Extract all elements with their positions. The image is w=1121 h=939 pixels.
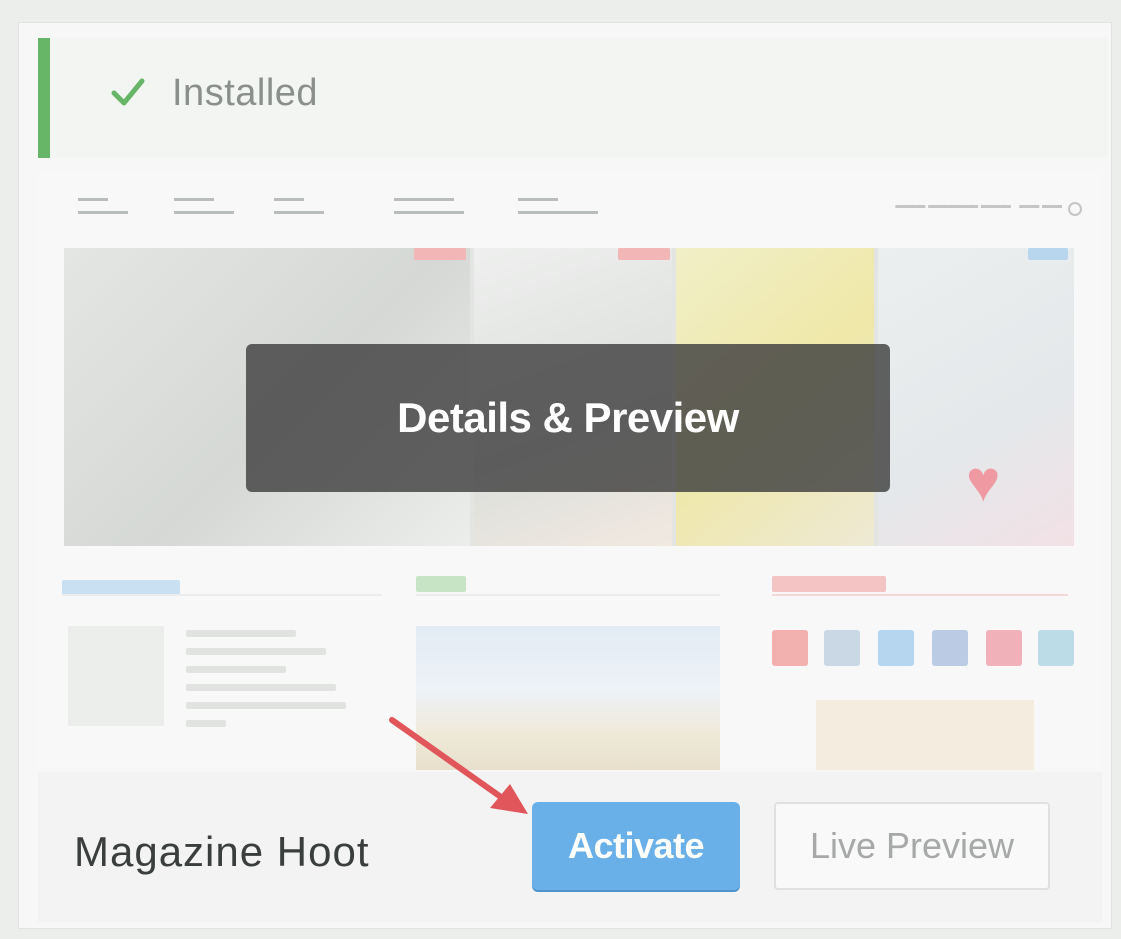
pinterest-icon [986,630,1022,666]
preview-nav-links: ▬▬▬ ▬▬▬▬▬ ▬▬▬ ▬▬ ▬▬ [895,200,1062,211]
divider [62,594,382,596]
googleplus-icon [772,630,808,666]
instagram-icon [824,630,860,666]
installed-notice: Installed [38,38,1108,158]
category-tag [772,576,886,592]
live-preview-button[interactable]: Live Preview [774,802,1050,890]
promo-banner [816,700,1034,770]
divider [772,594,1068,596]
skype-icon [1038,630,1074,666]
hero-badge [618,248,670,260]
hero-badge [414,248,466,260]
facebook-icon [932,630,968,666]
activate-button[interactable]: Activate [532,802,740,890]
installed-label: Installed [172,72,319,114]
preview-nav-item: ▬▬▬▬ ▬▬▬▬▬▬▬▬ [518,193,598,217]
details-preview-button[interactable]: Details & Preview [246,344,890,492]
preview-nav-item: ▬▬▬ ▬▬▬▬▬ [78,193,128,217]
post-excerpt [186,630,346,738]
checkmark-icon [111,78,145,106]
theme-name: Magazine Hoot [74,828,370,875]
preview-nav-item: ▬▬▬ ▬▬▬▬▬ [274,193,324,217]
hero-tile: ♥ [878,248,1074,546]
heart-icon: ♥ [966,449,1001,514]
twitter-icon [878,630,914,666]
post-thumbnail [68,626,164,726]
preview-nav-item: ▬▬▬▬ ▬▬▬▬▬▬ [174,193,234,217]
hero-badge [1028,248,1068,260]
theme-screenshot[interactable]: ▬▬▬ ▬▬▬▬▬ ▬▬▬▬ ▬▬▬▬▬▬ ▬▬▬ ▬▬▬▬▬ ▬▬▬▬▬▬ ▬▬▬▬▬… [38,170,1102,770]
divider [416,594,720,596]
annotation-arrow-icon [389,717,528,814]
preview-nav-item: ▬▬▬▬▬▬ ▬▬▬▬▬▬▬ [394,193,464,217]
search-icon [1068,202,1082,216]
installed-accent-bar [38,38,50,158]
category-tag [416,576,466,592]
theme-card-footer: Magazine Hoot Activate Live Preview [38,772,1102,922]
